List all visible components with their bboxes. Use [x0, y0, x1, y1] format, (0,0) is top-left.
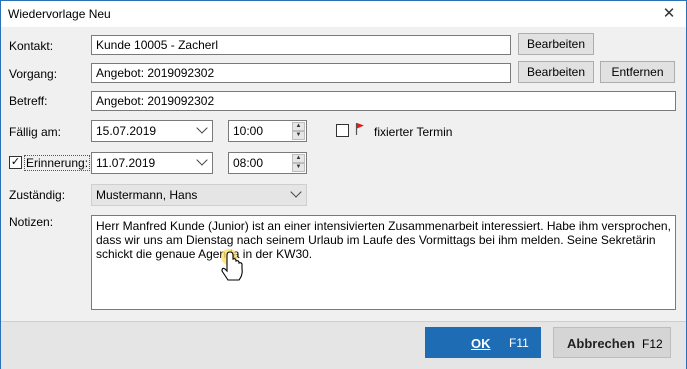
ok-shortcut: F11	[509, 336, 529, 350]
spin-up-icon[interactable]: ▲	[292, 122, 305, 131]
erinnerung-time-spinner[interactable]: 08:00 ▲ ▼	[228, 152, 307, 174]
chevron-down-icon	[290, 186, 302, 198]
window-title: Wiedervorlage Neu	[8, 7, 111, 21]
zustaendig-value: Mustermann, Hans	[96, 188, 198, 202]
dialog-window: Wiedervorlage Neu ✕ Kontakt: Kunde 10005…	[0, 0, 687, 369]
kontakt-field[interactable]: Kunde 10005 - Zacherl	[91, 35, 511, 55]
spin-up-icon[interactable]: ▲	[292, 154, 305, 163]
notizen-textarea[interactable]: Herr Manfred Kunde (Junior) ist an einer…	[91, 215, 676, 310]
flag-icon	[355, 123, 364, 135]
spin-down-icon[interactable]: ▼	[292, 163, 305, 172]
vorgang-field[interactable]: Angebot: 2019092302	[91, 63, 511, 83]
erinnerung-label[interactable]: Erinnerung:	[24, 155, 91, 171]
faellig-time-spinner[interactable]: 10:00 ▲ ▼	[228, 120, 307, 142]
faellig-time-value: 10:00	[233, 124, 264, 138]
cancel-label: Abbrechen	[567, 336, 635, 351]
fixed-appointment-checkbox[interactable]	[336, 124, 349, 137]
zustaendig-label: Zuständig:	[9, 188, 66, 202]
close-icon[interactable]: ✕	[652, 1, 686, 27]
cancel-button[interactable]: Abbrechen F12	[553, 327, 671, 358]
vorgang-edit-button[interactable]: Bearbeiten	[518, 61, 594, 83]
notizen-label: Notizen:	[9, 215, 54, 229]
betreff-field[interactable]: Angebot: 2019092302	[91, 91, 676, 111]
chevron-down-icon	[196, 122, 208, 134]
faellig-date-picker[interactable]: 15.07.2019	[91, 120, 213, 142]
zustaendig-select[interactable]: Mustermann, Hans	[91, 184, 307, 206]
ok-label: OK	[471, 336, 491, 351]
betreff-label: Betreff:	[9, 94, 48, 108]
erinnerung-time-value: 08:00	[233, 156, 264, 170]
kontakt-label: Kontakt:	[9, 39, 54, 53]
kontakt-edit-button[interactable]: Bearbeiten	[518, 33, 594, 55]
spin-down-icon[interactable]: ▼	[292, 131, 305, 140]
erinnerung-checkbox[interactable]: ✓	[9, 156, 22, 169]
ok-button[interactable]: OK F11	[425, 327, 541, 358]
chevron-down-icon	[196, 154, 208, 166]
vorgang-remove-button[interactable]: Entfernen	[600, 61, 675, 83]
faellig-date-value: 15.07.2019	[96, 124, 157, 138]
vorgang-label: Vorgang:	[9, 67, 58, 81]
title-bar: Wiedervorlage Neu ✕	[1, 1, 686, 27]
hand-cursor-icon	[221, 249, 243, 281]
erinnerung-date-picker[interactable]: 11.07.2019	[91, 152, 213, 174]
erinnerung-date-value: 11.07.2019	[96, 156, 156, 170]
faellig-label: Fällig am:	[9, 125, 62, 139]
cancel-shortcut: F12	[642, 337, 663, 351]
fixed-appointment-label: fixierter Termin	[374, 125, 453, 139]
